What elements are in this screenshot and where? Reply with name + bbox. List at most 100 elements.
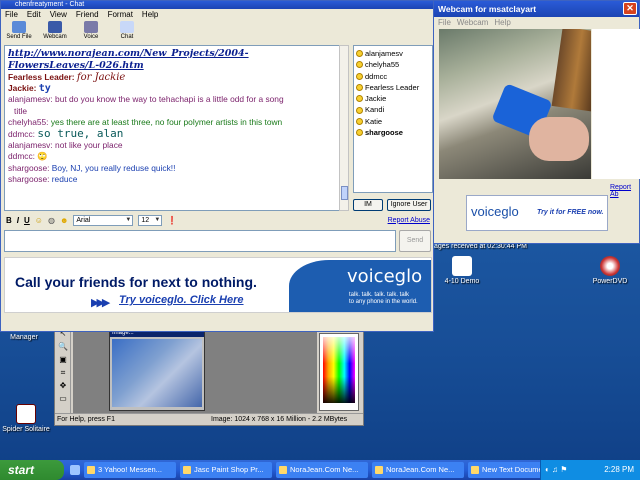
buzz-icon[interactable]: ❗ <box>167 216 177 225</box>
tray-icons[interactable]: ◐ ♫ ⚑ <box>541 460 567 480</box>
banner-cta-link[interactable]: Try voiceglo. Click Here <box>119 294 244 306</box>
smiley-picker-icon[interactable]: ☻ <box>60 216 68 225</box>
move-tool-icon[interactable]: ✥ <box>57 380 69 392</box>
smiley-icon <box>356 95 363 103</box>
color-icon[interactable]: ◍ <box>48 216 55 225</box>
smiley-icon <box>356 84 363 92</box>
smiley-icon <box>356 50 363 58</box>
webcam-video-feed <box>439 29 591 179</box>
user-item[interactable]: chelyha55 <box>356 59 430 70</box>
user-item[interactable]: Fearless Leader <box>356 82 430 93</box>
message-link[interactable]: FlowersLeaves/L-026.htm <box>8 60 336 72</box>
video-object <box>529 117 589 161</box>
deform-tool-icon[interactable]: ▣ <box>57 354 69 366</box>
document-icon <box>452 256 472 276</box>
color-spectrum[interactable] <box>323 337 355 403</box>
user-item[interactable]: Jackie <box>356 93 430 104</box>
zoom-tool-icon[interactable]: 🔍 <box>57 341 69 353</box>
chat-icon <box>120 21 134 33</box>
message-row: alanjamesv: but do you know the way to t… <box>8 94 336 105</box>
webcam-ad-text: Try it for FREE now. <box>537 209 604 216</box>
user-list[interactable]: alanjamesv chelyha55 ddmcc Fearless Lead… <box>353 45 433 193</box>
emoticon-icon[interactable]: ☺ <box>35 216 43 225</box>
send-file-icon <box>12 21 26 33</box>
message-input[interactable] <box>4 230 396 252</box>
report-abuse-link[interactable]: Report Abuse <box>388 217 430 224</box>
voiceglo-banner-ad[interactable]: Call your friends for next to nothing. ▶… <box>4 257 432 313</box>
message-list[interactable]: http://www.norajean.com/New_Projects/200… <box>4 45 340 211</box>
message-row: Jackie: ty <box>8 83 336 94</box>
image-canvas[interactable] <box>112 339 202 407</box>
webcam-voiceglo-ad[interactable]: voiceglo Try it for FREE now. <box>466 195 608 231</box>
message-row: shargoose: Boy, NJ, you really reduse qu… <box>8 163 336 174</box>
user-item[interactable]: alanjamesv <box>356 48 430 59</box>
font-select[interactable]: Arial <box>73 214 134 226</box>
menu-file[interactable]: File <box>5 9 18 21</box>
task-norajean-1[interactable]: NoraJean.Com Ne... <box>276 462 368 478</box>
size-select[interactable]: 12 <box>138 214 163 226</box>
italic-button[interactable]: I <box>17 216 19 225</box>
desktop-icon-spider-solitaire[interactable]: Spider Solitaire <box>0 404 56 433</box>
quick-launch-icon[interactable] <box>70 465 80 475</box>
system-tray: ◐ ♫ ⚑ 2:28 PM <box>540 460 640 480</box>
clock[interactable]: 2:28 PM <box>604 465 634 474</box>
close-icon[interactable]: ✕ <box>623 2 637 15</box>
webcam-titlebar[interactable]: Webcam for msatclayart ✕ <box>434 1 639 17</box>
send-button[interactable]: Send <box>399 230 431 252</box>
voice-button[interactable]: Voice <box>77 21 105 45</box>
message-scrollbar[interactable] <box>339 45 349 211</box>
webcam-menu-help[interactable]: Help <box>494 17 510 29</box>
user-item[interactable]: ddmcc <box>356 71 430 82</box>
chat-button[interactable]: Chat <box>113 21 141 45</box>
desktop-icon-4-10-demo[interactable]: 4-10 Demo <box>432 256 492 285</box>
chat-toolbar: Send File Webcam Voice Chat <box>1 21 433 45</box>
bold-button[interactable]: B <box>6 216 12 225</box>
voiceglo-logo: voiceglo <box>471 204 519 219</box>
ignore-user-button[interactable]: Ignore User <box>387 199 431 211</box>
voiceglo-logo-panel: voiceglo talk. talk. talk. talk. talk to… <box>289 260 431 312</box>
desktop-icon-powerdvd[interactable]: PowerDVD <box>580 256 640 285</box>
smiley-icon <box>356 106 363 114</box>
message-row: title <box>8 106 336 117</box>
webcam-button[interactable]: Webcam <box>41 21 69 45</box>
menu-format[interactable]: Format <box>108 9 133 21</box>
message-text: not like your place <box>55 140 123 151</box>
crop-tool-icon[interactable]: ⌗ <box>57 367 69 379</box>
task-norajean-2[interactable]: NoraJean.Com Ne... <box>372 462 464 478</box>
voice-icon <box>84 21 98 33</box>
message-link[interactable]: http://www.norajean.com/New_Projects/200… <box>8 48 336 60</box>
im-button[interactable]: IM <box>353 199 383 211</box>
smiley-icon <box>356 129 363 137</box>
send-file-button[interactable]: Send File <box>5 21 33 45</box>
image-document-window[interactable]: Image... <box>109 329 205 411</box>
webcam-menu-file[interactable]: File <box>438 17 451 29</box>
menu-edit[interactable]: Edit <box>27 9 41 21</box>
chat-window: chenfreatyment - Chat File Edit View Fri… <box>0 0 434 332</box>
rolling-eyes-emoticon-icon: 🙄 <box>37 151 48 162</box>
select-tool-icon[interactable]: ▭ <box>57 393 69 405</box>
scrollbar-thumb[interactable] <box>341 186 348 200</box>
menu-friend[interactable]: Friend <box>76 9 99 21</box>
webcam-menu-webcam[interactable]: Webcam <box>457 17 488 29</box>
webcam-icon <box>48 21 62 33</box>
menu-help[interactable]: Help <box>142 9 158 21</box>
message-text: reduce <box>51 173 78 184</box>
color-palette[interactable] <box>319 333 359 411</box>
arrows-icon: ▶▶▶ <box>91 297 110 309</box>
menu-view[interactable]: View <box>50 9 67 21</box>
user-item[interactable]: shargoose <box>356 127 430 138</box>
webcam-report-abuse-link[interactable]: Report Ab <box>610 184 639 198</box>
user-item[interactable]: Kandi <box>356 104 430 115</box>
chat-titlebar[interactable]: chenfreatyment - Chat <box>1 1 433 9</box>
message-row: Fearless Leader: for Jackie <box>8 72 336 83</box>
desktop-icon-manager[interactable]: Manager <box>0 334 54 341</box>
video-object <box>551 29 591 112</box>
message-text: yes there are at least three, no four po… <box>50 116 283 127</box>
spider-solitaire-icon <box>16 404 36 424</box>
message-text: title <box>14 105 28 116</box>
user-item[interactable]: Katie <box>356 116 430 127</box>
underline-button[interactable]: U <box>24 216 30 225</box>
task-yahoo-messenger[interactable]: 3 Yahoo! Messen... <box>84 462 176 478</box>
start-button[interactable]: start <box>0 460 64 480</box>
task-paint-shop-pro[interactable]: Jasc Paint Shop Pr... <box>180 462 272 478</box>
